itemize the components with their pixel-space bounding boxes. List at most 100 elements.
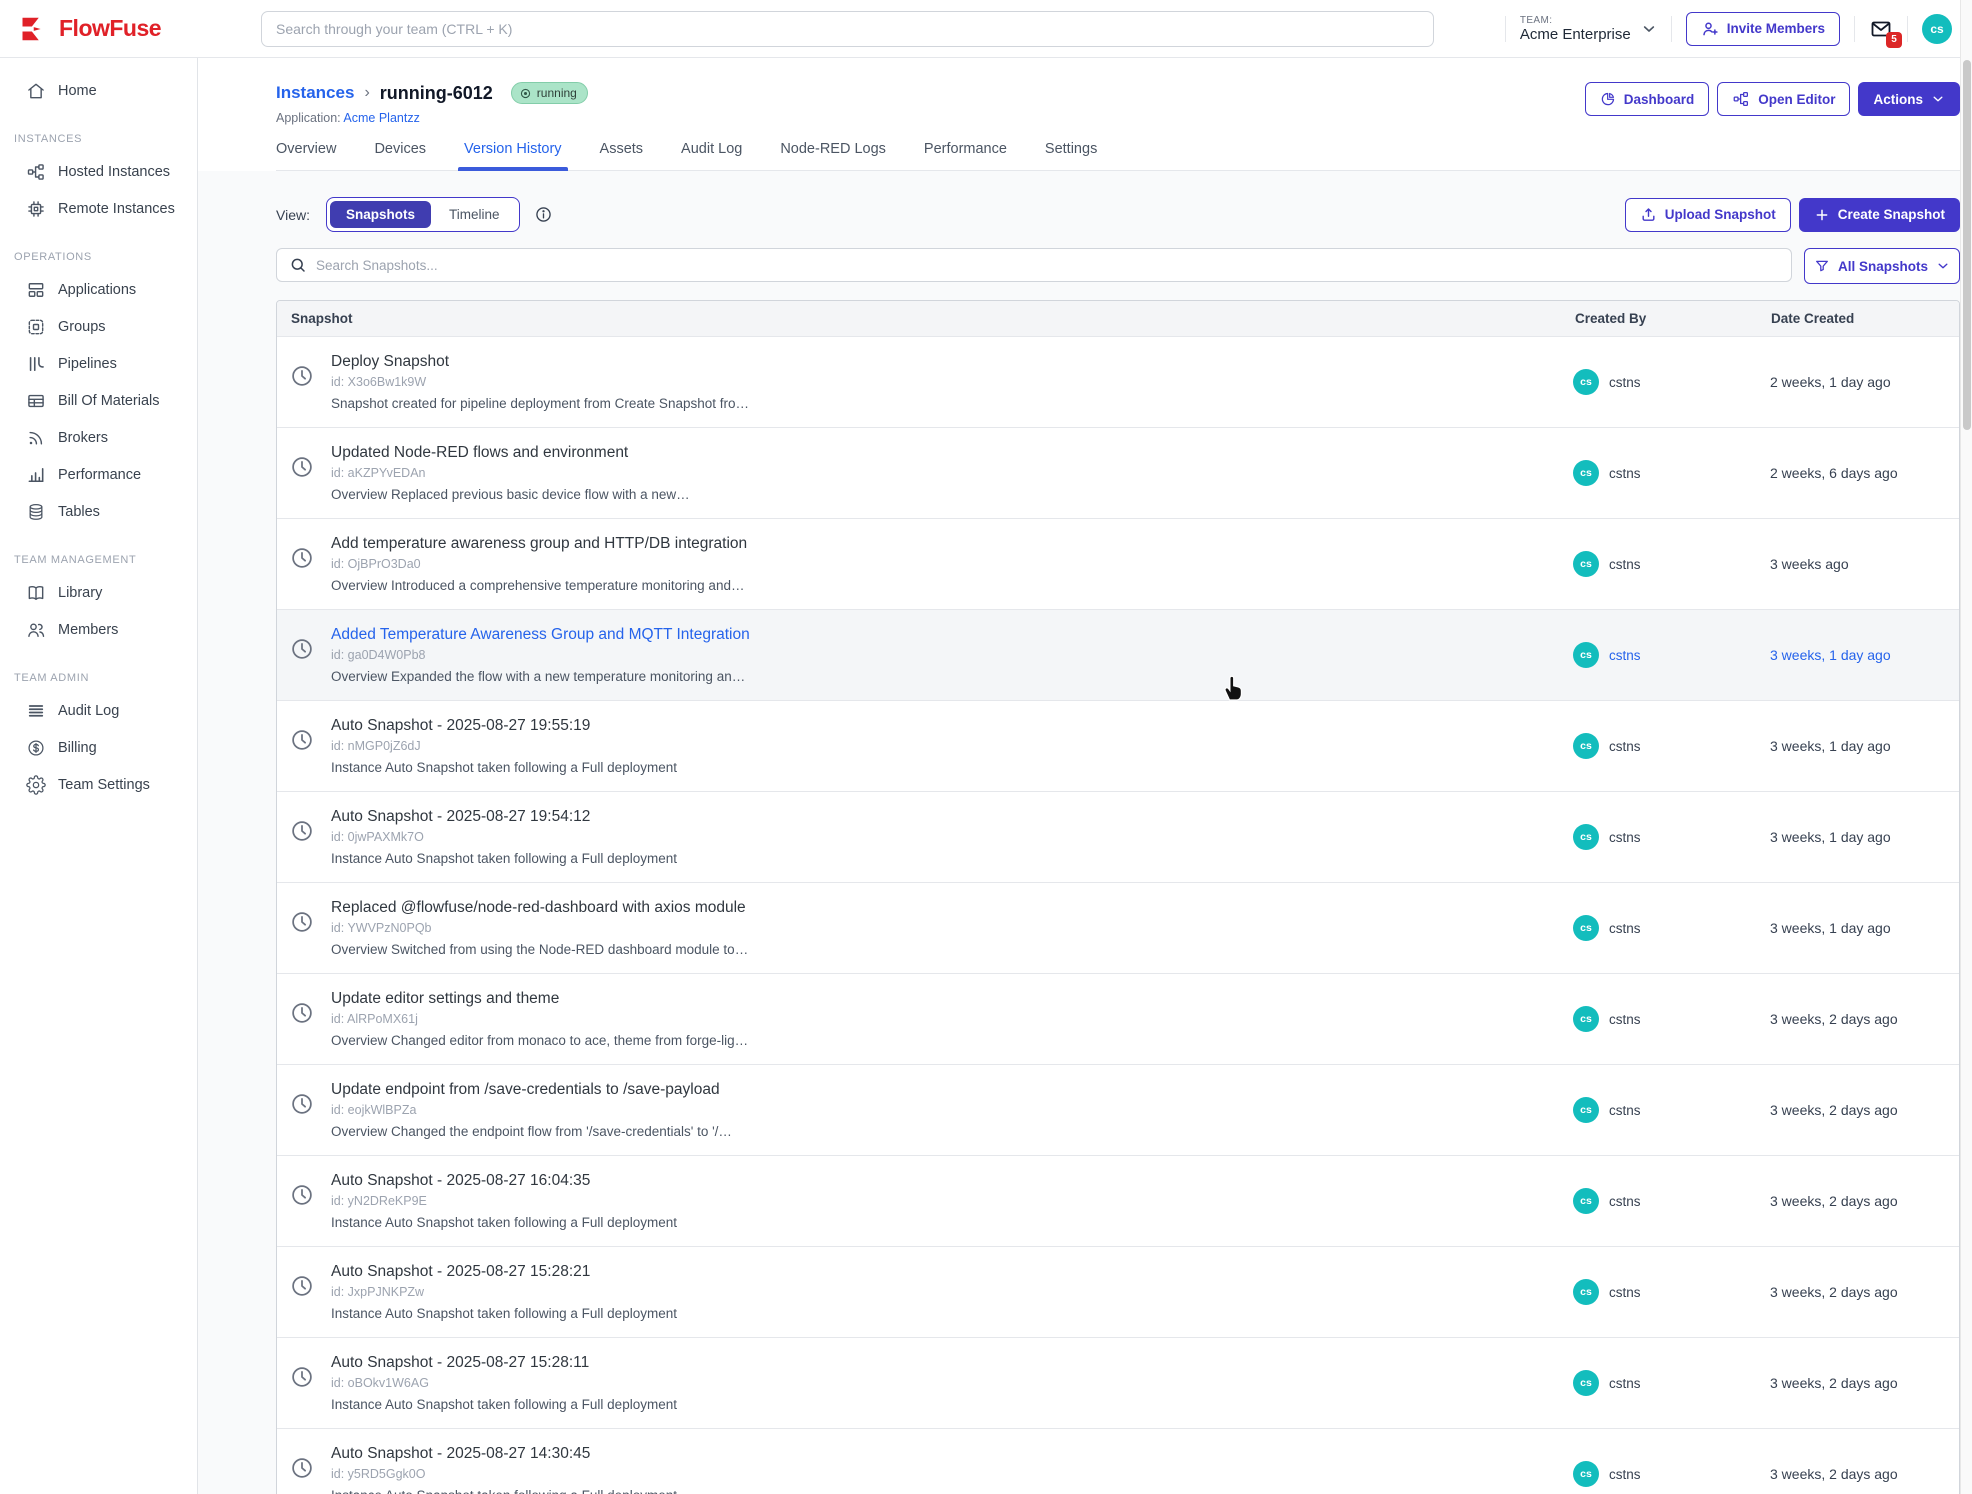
status-badge: running	[511, 82, 588, 104]
sidebar-item-tables[interactable]: Tables	[0, 493, 197, 530]
snapshot-title: Added Temperature Awareness Group and MQ…	[331, 626, 750, 644]
sidebar-item-billing[interactable]: Billing	[0, 729, 197, 766]
table-row[interactable]: Auto Snapshot - 2025-08-27 16:04:35 id: …	[277, 1155, 1959, 1246]
clock-icon	[289, 1091, 315, 1117]
sidebar-item-label: Home	[58, 83, 97, 99]
sidebar-item-audit-log[interactable]: Audit Log	[0, 692, 197, 729]
sidebar-item-performance[interactable]: Performance	[0, 456, 197, 493]
settings-icon	[26, 775, 46, 795]
snapshot-title: Add temperature awareness group and HTTP…	[331, 535, 747, 553]
open-editor-button[interactable]: Open Editor	[1717, 82, 1850, 116]
filter-funnel-icon	[1814, 258, 1830, 274]
table-row[interactable]: Auto Snapshot - 2025-08-27 15:28:21 id: …	[277, 1246, 1959, 1337]
created-by: cstns	[1609, 1012, 1641, 1027]
create-snapshot-label: Create Snapshot	[1838, 207, 1945, 222]
tab-performance[interactable]: Performance	[924, 141, 1007, 170]
invite-members-button[interactable]: Invite Members	[1686, 12, 1840, 46]
table-row[interactable]: Auto Snapshot - 2025-08-27 15:28:11 id: …	[277, 1337, 1959, 1428]
page-scrollbar[interactable]	[1960, 0, 1972, 1494]
dashboard-button[interactable]: Dashboard	[1585, 82, 1710, 116]
sidebar-item-applications[interactable]: Applications	[0, 271, 197, 308]
view-toggle-snapshots[interactable]: Snapshots	[330, 201, 431, 228]
creator-avatar: cs	[1573, 915, 1599, 941]
snapshot-title: Auto Snapshot - 2025-08-27 19:54:12	[331, 808, 677, 826]
tab-version-history[interactable]: Version History	[464, 141, 562, 170]
sidebar-item-groups[interactable]: Groups	[0, 308, 197, 345]
user-avatar[interactable]: cs	[1922, 14, 1952, 44]
column-header-snapshot: Snapshot	[277, 301, 1561, 336]
creator-avatar: cs	[1573, 460, 1599, 486]
clock-icon	[289, 1364, 315, 1390]
sidebar-item-hosted-instances[interactable]: Hosted Instances	[0, 153, 197, 190]
notifications-button[interactable]: 5	[1869, 17, 1893, 41]
team-search-input[interactable]	[261, 11, 1434, 47]
divider	[1854, 16, 1855, 42]
team-selector[interactable]: TEAM: Acme Enterprise	[1520, 15, 1657, 43]
table-row[interactable]: Update endpoint from /save-credentials t…	[277, 1064, 1959, 1155]
sidebar-item-pipelines[interactable]: Pipelines	[0, 345, 197, 382]
clock-icon	[289, 454, 315, 480]
sidebar-item-team-settings[interactable]: Team Settings	[0, 766, 197, 803]
info-icon[interactable]	[534, 205, 553, 224]
sidebar-item-label: Audit Log	[58, 703, 119, 719]
snapshot-filter-dropdown[interactable]: All Snapshots	[1804, 248, 1960, 284]
status-text: running	[537, 86, 577, 100]
table-row[interactable]: Auto Snapshot - 2025-08-27 19:54:12 id: …	[277, 791, 1959, 882]
tab-settings[interactable]: Settings	[1045, 141, 1097, 170]
table-row[interactable]: Replaced @flowfuse/node-red-dashboard wi…	[277, 882, 1959, 973]
chevron-down-icon	[1641, 21, 1657, 37]
clock-icon	[289, 818, 315, 844]
snapshot-description: Overview Introduced a comprehensive temp…	[331, 578, 747, 593]
table-row[interactable]: Update editor settings and theme id: AlR…	[277, 973, 1959, 1064]
chevron-down-icon	[1936, 259, 1950, 273]
clock-icon	[289, 1182, 315, 1208]
audit-icon	[26, 701, 46, 721]
table-row[interactable]: Add temperature awareness group and HTTP…	[277, 518, 1959, 609]
table-row[interactable]: Added Temperature Awareness Group and MQ…	[277, 609, 1959, 700]
snapshot-description: Instance Auto Snapshot taken following a…	[331, 1215, 677, 1230]
created-by: cstns	[1609, 557, 1641, 572]
chevron-down-icon	[1931, 92, 1945, 106]
tab-devices[interactable]: Devices	[374, 141, 426, 170]
sidebar-item-label: Hosted Instances	[58, 164, 170, 180]
sidebar-item-home[interactable]: Home	[0, 72, 197, 109]
view-label: View:	[276, 207, 310, 223]
snapshot-search-input[interactable]	[316, 258, 1779, 273]
application-link[interactable]: Acme Plantzz	[343, 111, 419, 125]
clock-icon	[289, 1455, 315, 1481]
created-by: cstns	[1609, 1194, 1641, 1209]
actions-button[interactable]: Actions	[1858, 82, 1960, 116]
sidebar-item-bill-of-materials[interactable]: Bill Of Materials	[0, 382, 197, 419]
snapshot-title: Replaced @flowfuse/node-red-dashboard wi…	[331, 899, 748, 917]
creator-avatar: cs	[1573, 1370, 1599, 1396]
creator-avatar: cs	[1573, 733, 1599, 759]
upload-icon	[1640, 206, 1657, 223]
snapshot-id: id: yN2DReKP9E	[331, 1194, 677, 1208]
table-row[interactable]: Auto Snapshot - 2025-08-27 19:55:19 id: …	[277, 700, 1959, 791]
tab-overview[interactable]: Overview	[276, 141, 336, 170]
scrollbar-thumb[interactable]	[1963, 60, 1971, 430]
sidebar-item-label: Brokers	[58, 430, 108, 446]
table-row[interactable]: Auto Snapshot - 2025-08-27 14:30:45 id: …	[277, 1428, 1959, 1494]
create-snapshot-button[interactable]: Create Snapshot	[1799, 198, 1960, 232]
date-created: 3 weeks, 1 day ago	[1757, 701, 1959, 791]
tab-assets[interactable]: Assets	[600, 141, 644, 170]
tab-audit-log[interactable]: Audit Log	[681, 141, 742, 170]
breadcrumb-instances-link[interactable]: Instances	[276, 83, 354, 103]
table-row[interactable]: Updated Node-RED flows and environment i…	[277, 427, 1959, 518]
created-by: cstns	[1609, 1285, 1641, 1300]
created-by: cstns	[1609, 1467, 1641, 1482]
upload-snapshot-button[interactable]: Upload Snapshot	[1625, 198, 1791, 232]
snapshot-title: Auto Snapshot - 2025-08-27 19:55:19	[331, 717, 677, 735]
tab-node-red-logs[interactable]: Node-RED Logs	[780, 141, 886, 170]
table-row[interactable]: Deploy Snapshot id: X3o6Bw1k9W Snapshot …	[277, 337, 1959, 427]
application-label: Application:	[276, 111, 341, 125]
sidebar-item-library[interactable]: Library	[0, 574, 197, 611]
sidebar-item-brokers[interactable]: Brokers	[0, 419, 197, 456]
view-toggle-timeline[interactable]: Timeline	[433, 201, 516, 228]
sidebar-item-members[interactable]: Members	[0, 611, 197, 648]
sidebar-item-label: Tables	[58, 504, 100, 520]
sidebar-section-team-admin: TEAM ADMIN	[14, 672, 197, 684]
sidebar-item-remote-instances[interactable]: Remote Instances	[0, 190, 197, 227]
flowfuse-logo[interactable]: FlowFuse	[20, 14, 245, 44]
